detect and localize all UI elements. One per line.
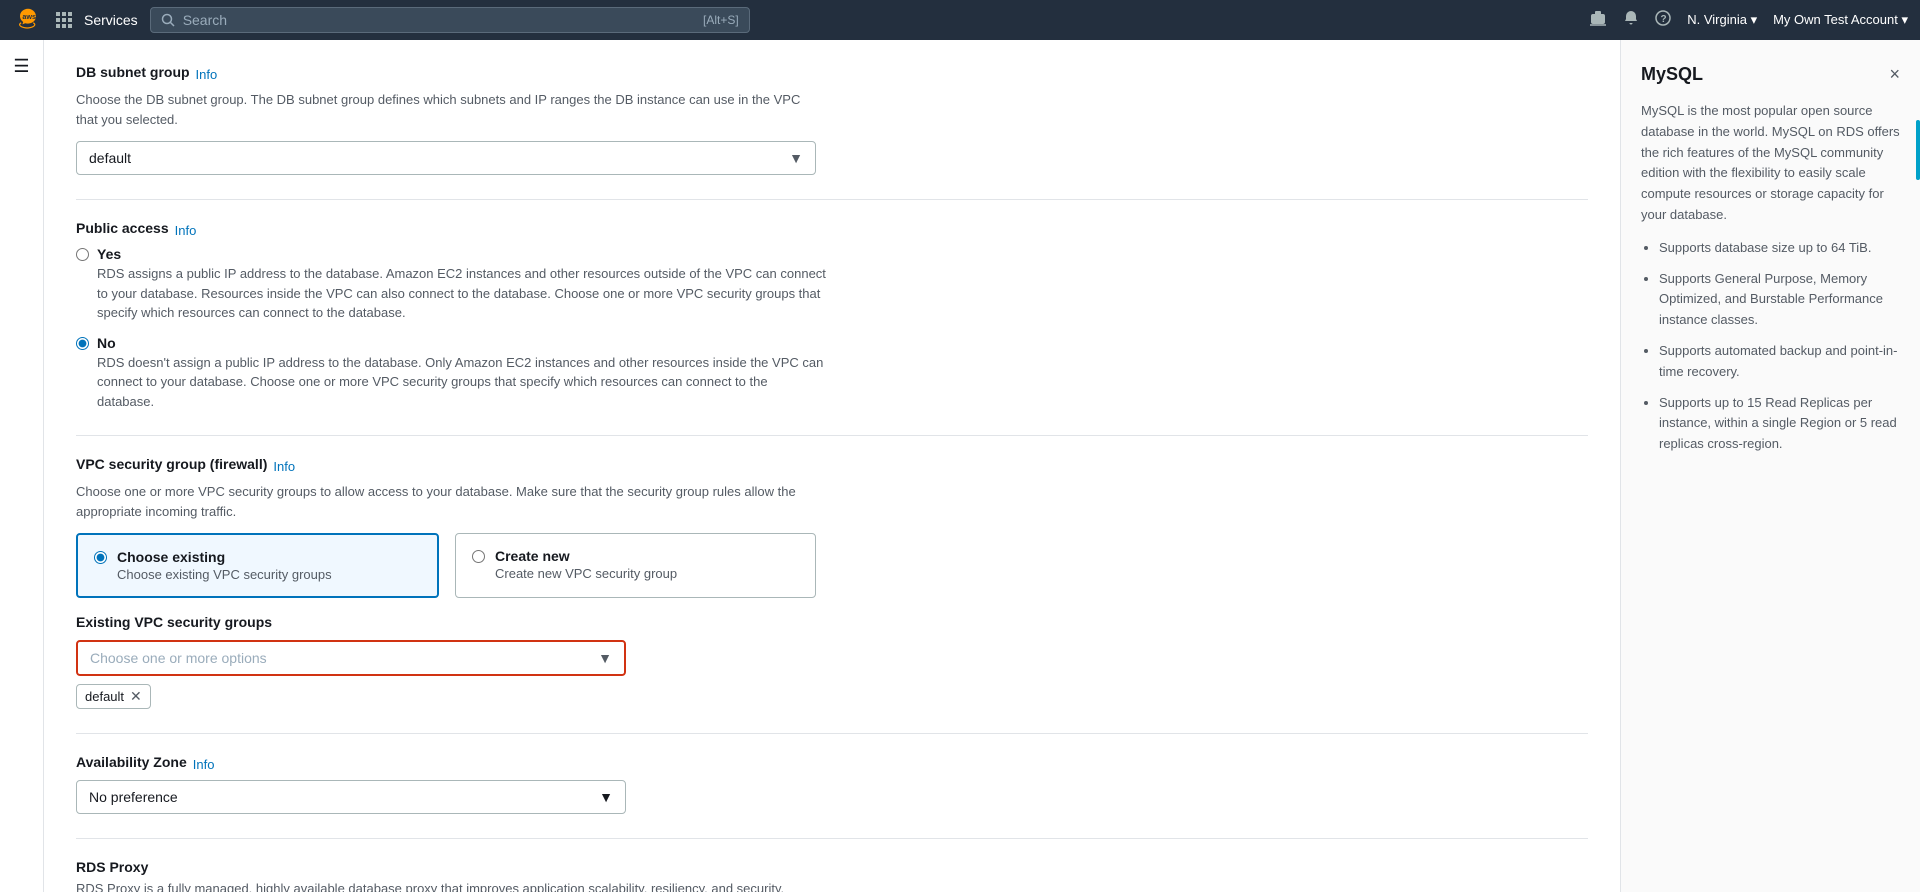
- page-wrapper: ☰ DB subnet group Info Choose the DB sub…: [0, 40, 1920, 892]
- create-new-radio[interactable]: [472, 550, 485, 563]
- availability-zone-select[interactable]: No preference ▼: [76, 780, 626, 814]
- existing-vpc-groups-placeholder: Choose one or more options: [90, 650, 267, 666]
- panel-body: MySQL is the most popular open source da…: [1641, 101, 1900, 455]
- cloud-icon[interactable]: [1589, 10, 1607, 31]
- public-access-yes-label[interactable]: Yes: [97, 246, 121, 262]
- svg-text:?: ?: [1661, 14, 1667, 25]
- search-shortcut: [Alt+S]: [703, 13, 739, 27]
- existing-vpc-groups-container: Existing VPC security groups Choose one …: [76, 614, 1588, 709]
- svg-text:aws: aws: [22, 12, 36, 21]
- nav-right: ? N. Virginia My Own Test Account: [1589, 10, 1908, 31]
- hamburger-icon[interactable]: ☰: [13, 56, 29, 77]
- existing-vpc-groups-tags: default ✕: [76, 676, 1588, 709]
- existing-vpc-groups-arrow: ▼: [598, 650, 612, 666]
- sidebar-toggle: ☰: [0, 40, 44, 892]
- panel-feature-2: Supports General Purpose, Memory Optimiz…: [1659, 269, 1900, 331]
- choose-existing-radio[interactable]: [94, 551, 107, 564]
- public-access-yes-option: Yes RDS assigns a public IP address to t…: [76, 246, 1588, 323]
- availability-zone-arrow: ▼: [599, 789, 613, 805]
- rds-proxy-description: RDS Proxy is a fully managed, highly ava…: [76, 879, 816, 892]
- public-access-no-option: No RDS doesn't assign a public IP addres…: [76, 335, 1588, 412]
- panel-header: MySQL ×: [1641, 64, 1900, 85]
- top-navigation: aws Services [Alt+S]: [0, 0, 1920, 40]
- default-tag-value: default: [85, 689, 124, 704]
- create-new-card[interactable]: Create new Create new VPC security group: [455, 533, 816, 598]
- vpc-security-group-info-link[interactable]: Info: [273, 459, 295, 474]
- aws-logo[interactable]: aws: [12, 4, 44, 36]
- public-access-no-radio[interactable]: [76, 337, 89, 350]
- public-access-no-label[interactable]: No: [97, 335, 116, 351]
- panel-close-button[interactable]: ×: [1889, 64, 1900, 85]
- public-access-radio-group: Yes RDS assigns a public IP address to t…: [76, 246, 1588, 411]
- panel-description: MySQL is the most popular open source da…: [1641, 101, 1900, 226]
- create-new-desc: Create new VPC security group: [495, 566, 677, 581]
- account-selector[interactable]: My Own Test Account: [1773, 12, 1908, 28]
- default-tag: default ✕: [76, 684, 151, 709]
- vpc-security-group-label: VPC security group (firewall): [76, 456, 267, 472]
- divider-3: [76, 733, 1588, 734]
- db-subnet-group-section: DB subnet group Info Choose the DB subne…: [76, 64, 1588, 175]
- divider-4: [76, 838, 1588, 839]
- services-nav-link[interactable]: Services: [84, 12, 138, 28]
- region-selector[interactable]: N. Virginia: [1687, 12, 1757, 28]
- panel-features-list: Supports database size up to 64 TiB. Sup…: [1641, 238, 1900, 455]
- choose-existing-card[interactable]: Choose existing Choose existing VPC secu…: [76, 533, 439, 598]
- vpc-security-group-card-group: Choose existing Choose existing VPC secu…: [76, 533, 816, 598]
- default-tag-remove[interactable]: ✕: [130, 688, 142, 705]
- vpc-security-group-description: Choose one or more VPC security groups t…: [76, 482, 816, 521]
- availability-zone-value: No preference: [89, 789, 178, 805]
- db-subnet-group-value: default: [89, 150, 131, 166]
- panel-scrollbar: [1916, 120, 1920, 180]
- vpc-security-group-section: VPC security group (firewall) Info Choos…: [76, 456, 1588, 709]
- right-panel: MySQL × MySQL is the most popular open s…: [1620, 40, 1920, 892]
- existing-vpc-groups-label: Existing VPC security groups: [76, 614, 272, 630]
- choose-existing-label[interactable]: Choose existing: [117, 549, 225, 565]
- panel-feature-3: Supports automated backup and point-in-t…: [1659, 341, 1900, 383]
- db-subnet-group-description: Choose the DB subnet group. The DB subne…: [76, 90, 816, 129]
- choose-existing-desc: Choose existing VPC security groups: [117, 567, 332, 582]
- availability-zone-info-link[interactable]: Info: [193, 757, 215, 772]
- panel-feature-4: Supports up to 15 Read Replicas per inst…: [1659, 393, 1900, 455]
- panel-feature-1: Supports database size up to 64 TiB.: [1659, 238, 1900, 259]
- public-access-section: Public access Info Yes RDS assigns a pub…: [76, 220, 1588, 411]
- search-bar[interactable]: [Alt+S]: [150, 7, 750, 33]
- availability-zone-section: Availability Zone Info No preference ▼: [76, 754, 1588, 814]
- divider-2: [76, 435, 1588, 436]
- db-subnet-group-arrow: ▼: [789, 150, 803, 166]
- public-access-no-desc: RDS doesn't assign a public IP address t…: [97, 353, 827, 412]
- bell-icon[interactable]: [1623, 10, 1639, 31]
- help-icon[interactable]: ?: [1655, 10, 1671, 31]
- main-content: DB subnet group Info Choose the DB subne…: [44, 40, 1620, 892]
- public-access-info-link[interactable]: Info: [175, 223, 197, 238]
- divider-1: [76, 199, 1588, 200]
- db-subnet-group-select[interactable]: default ▼: [76, 141, 816, 175]
- create-new-label[interactable]: Create new: [495, 548, 570, 564]
- panel-title: MySQL: [1641, 64, 1703, 85]
- public-access-yes-desc: RDS assigns a public IP address to the d…: [97, 264, 827, 323]
- existing-vpc-groups-select[interactable]: Choose one or more options ▼: [76, 640, 626, 676]
- search-input[interactable]: [183, 12, 695, 28]
- public-access-label: Public access: [76, 220, 169, 236]
- grid-icon[interactable]: [56, 12, 72, 28]
- rds-proxy-label: RDS Proxy: [76, 859, 148, 875]
- rds-proxy-section: RDS Proxy RDS Proxy is a fully managed, …: [76, 859, 1588, 892]
- db-subnet-group-label: DB subnet group: [76, 64, 190, 80]
- db-subnet-group-info-link[interactable]: Info: [196, 67, 218, 82]
- public-access-yes-radio[interactable]: [76, 248, 89, 261]
- availability-zone-label: Availability Zone: [76, 754, 187, 770]
